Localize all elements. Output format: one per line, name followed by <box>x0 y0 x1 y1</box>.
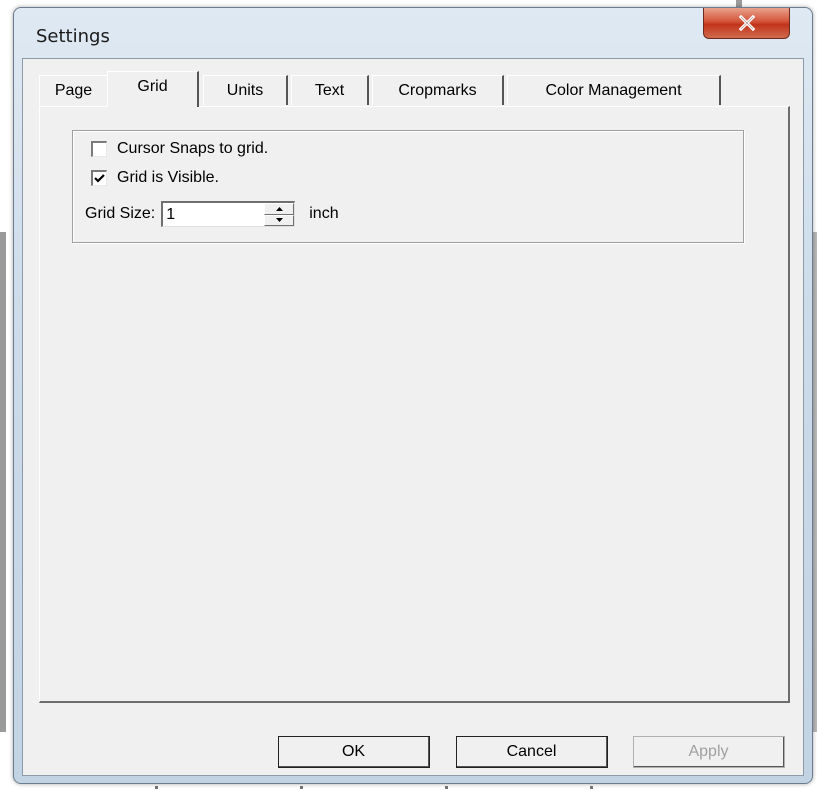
spin-up-icon <box>275 206 283 211</box>
snap-to-grid-row[interactable]: Cursor Snaps to grid. <box>91 140 268 158</box>
spin-buttons <box>264 203 295 226</box>
tab-label: Units <box>226 81 264 99</box>
grid-size-unit: inch <box>309 205 339 222</box>
tab-color-management[interactable]: Color Management <box>507 75 721 105</box>
grid-size-input[interactable] <box>163 203 266 226</box>
tab-label: Page <box>54 81 93 99</box>
tab-label: Color Management <box>545 81 682 99</box>
title-bar: Settings <box>14 8 812 56</box>
dialog-title: Settings <box>36 26 110 47</box>
tab-label: Text <box>314 81 345 99</box>
grid-visible-row[interactable]: Grid is Visible. <box>91 169 219 187</box>
tab-text[interactable]: Text <box>291 75 369 105</box>
grid-visible-checkbox[interactable] <box>91 170 107 186</box>
dialog-client-area: Page Grid Units Text Cropmarks Color Man… <box>22 58 804 776</box>
tab-strip: Page Grid Units Text Cropmarks Color Man… <box>39 71 799 107</box>
tab-units[interactable]: Units <box>203 75 288 105</box>
grid-options-group: Cursor Snaps to grid. Grid is Visible. G… <box>72 130 744 243</box>
spin-down-icon <box>275 218 283 223</box>
settings-dialog: Settings Page Grid Units Text Cropmarks <box>13 7 813 784</box>
background-scrollbar-left <box>0 232 6 732</box>
dialog-button-bar: OK Cancel Apply <box>23 703 803 775</box>
apply-button[interactable]: Apply <box>633 736 785 768</box>
grid-size-row: Grid Size: inch <box>85 201 339 227</box>
snap-to-grid-label: Cursor Snaps to grid. <box>117 140 269 157</box>
tab-grid[interactable]: Grid <box>107 71 199 107</box>
tab-label: Cropmarks <box>398 81 477 99</box>
cancel-button[interactable]: Cancel <box>456 736 608 768</box>
ok-button[interactable]: OK <box>278 736 430 768</box>
spin-down-button[interactable] <box>264 214 295 226</box>
checkmark-icon <box>94 174 105 183</box>
grid-size-spinner[interactable] <box>161 201 296 227</box>
close-icon <box>738 15 755 31</box>
snap-to-grid-checkbox[interactable] <box>91 141 107 157</box>
spin-up-button[interactable] <box>264 203 295 215</box>
tab-page[interactable]: Page <box>39 75 107 105</box>
grid-size-label: Grid Size: <box>85 205 156 222</box>
grid-visible-label: Grid is Visible. <box>117 169 219 186</box>
tab-label: Grid <box>137 78 168 95</box>
background-ruler-bottom <box>0 784 817 791</box>
tab-cropmarks[interactable]: Cropmarks <box>372 75 504 105</box>
close-button[interactable] <box>703 8 790 39</box>
